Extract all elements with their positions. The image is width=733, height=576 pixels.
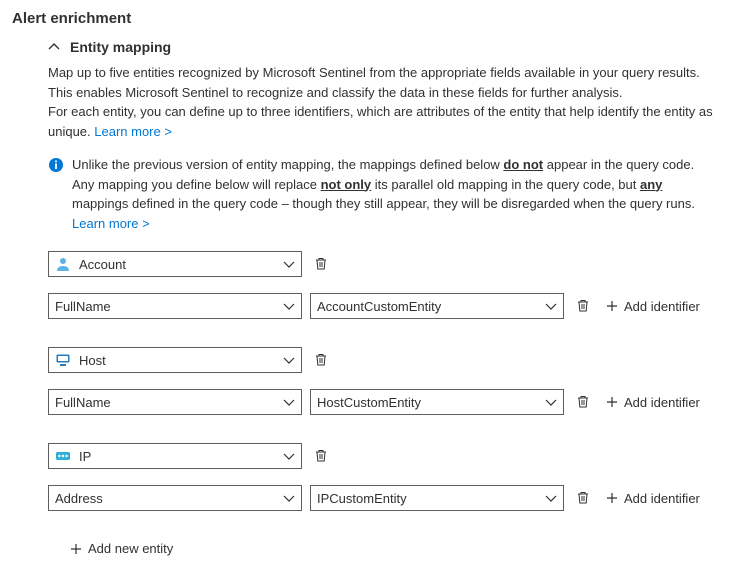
chevron-down-icon [283,354,295,366]
delete-identifier-button[interactable] [572,393,594,411]
entity-type-dropdown[interactable]: IP [48,443,302,469]
value-dropdown[interactable]: HostCustomEntity [310,389,564,415]
ip-icon [55,448,71,464]
add-identifier-button[interactable]: Add identifier [602,297,704,316]
delete-entity-button[interactable] [310,351,332,369]
chevron-down-icon [283,492,295,504]
trash-icon [576,299,590,313]
plus-icon [606,492,618,504]
delete-entity-button[interactable] [310,255,332,273]
trash-icon [314,449,328,463]
learn-more-link[interactable]: Learn more > [94,124,172,139]
host-icon [55,352,71,368]
trash-icon [576,491,590,505]
identifier-dropdown[interactable]: FullName [48,389,302,415]
delete-identifier-button[interactable] [572,297,594,315]
add-identifier-button[interactable]: Add identifier [602,489,704,508]
chevron-down-icon [283,300,295,312]
identifier-dropdown[interactable]: FullName [48,293,302,319]
entity-type-dropdown[interactable]: Host [48,347,302,373]
section-title: Entity mapping [70,39,171,55]
info-icon [48,157,64,173]
trash-icon [576,395,590,409]
value-dropdown[interactable]: AccountCustomEntity [310,293,564,319]
entity-type-dropdown[interactable]: Account [48,251,302,277]
delete-identifier-button[interactable] [572,489,594,507]
add-identifier-button[interactable]: Add identifier [602,393,704,412]
value-dropdown[interactable]: IPCustomEntity [310,485,564,511]
account-icon [55,256,71,272]
info-learn-more-link[interactable]: Learn more > [72,216,150,231]
page-title: Alert enrichment [12,10,721,27]
chevron-down-icon [545,492,557,504]
entity-block: Account FullName AccountCustomEntity Add… [48,251,713,319]
entity-block: IP Address IPCustomEntity Add identifier [48,443,713,511]
chevron-down-icon [283,450,295,462]
section-description: Map up to five entities recognized by Mi… [48,63,713,141]
trash-icon [314,257,328,271]
chevron-down-icon [283,396,295,408]
trash-icon [314,353,328,367]
plus-icon [70,543,82,555]
delete-entity-button[interactable] [310,447,332,465]
identifier-dropdown[interactable]: Address [48,485,302,511]
entity-mapping-toggle[interactable]: Entity mapping [48,39,721,55]
entity-block: Host FullName HostCustomEntity Add ident… [48,347,713,415]
plus-icon [606,396,618,408]
plus-icon [606,300,618,312]
chevron-down-icon [545,300,557,312]
add-new-entity-button[interactable]: Add new entity [66,539,177,558]
info-box: Unlike the previous version of entity ma… [48,155,713,233]
chevron-down-icon [283,258,295,270]
chevron-up-icon [48,41,60,53]
chevron-down-icon [545,396,557,408]
